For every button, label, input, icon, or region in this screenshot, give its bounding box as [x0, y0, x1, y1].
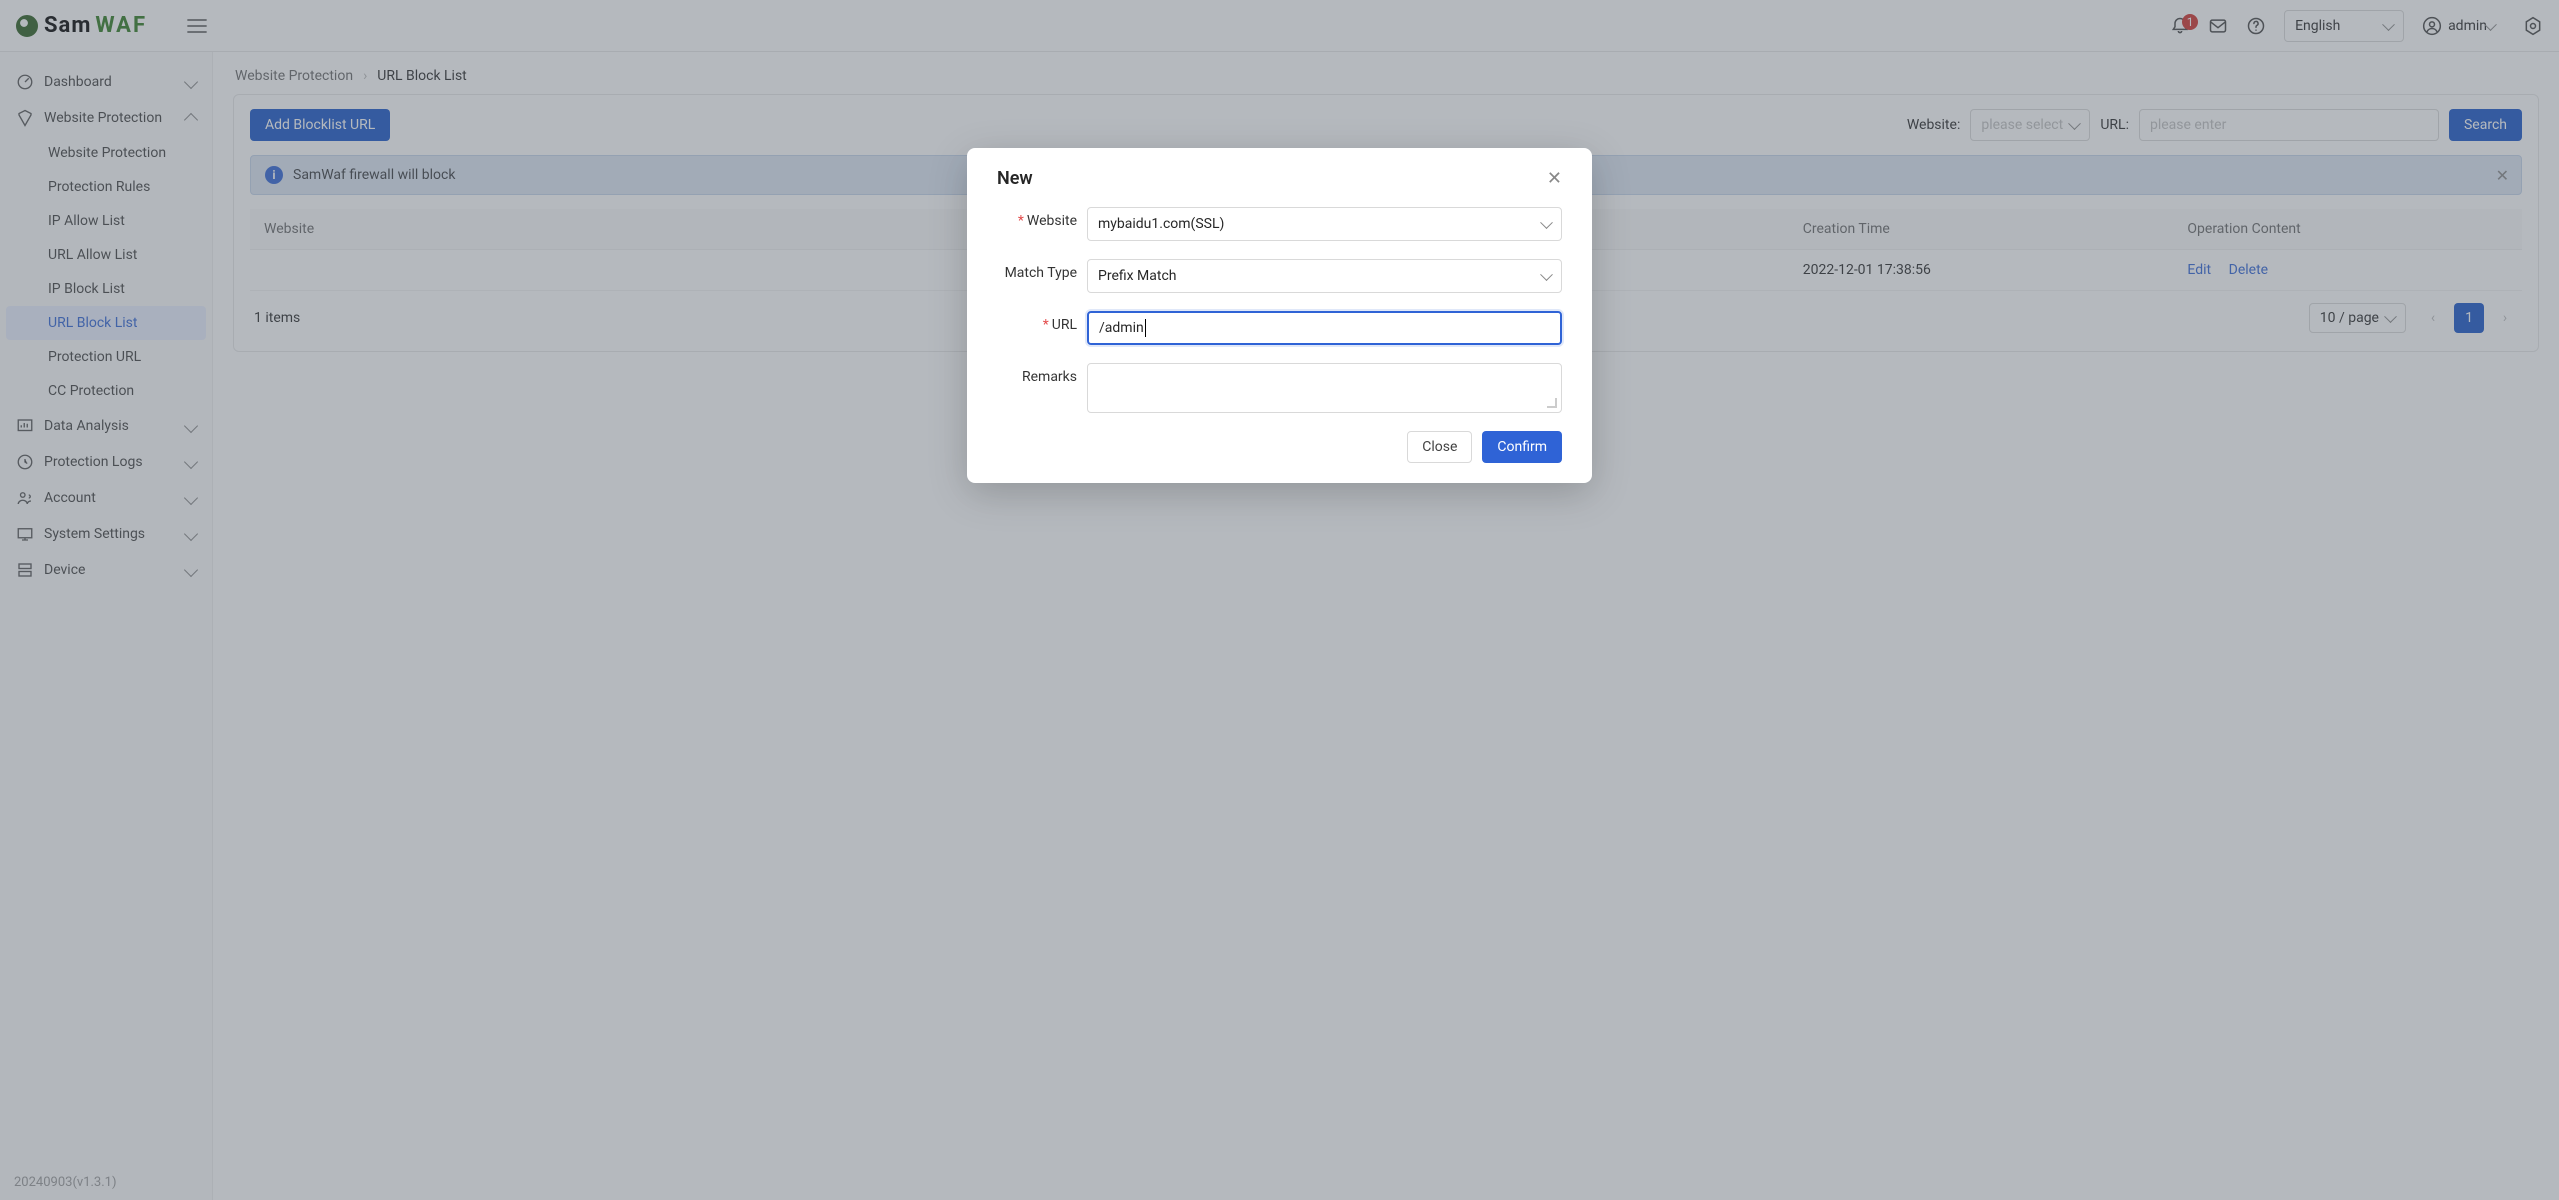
field-label-remarks: Remarks [997, 363, 1087, 385]
modal-url-input[interactable]: /admin [1087, 311, 1562, 345]
field-label-url: *URL [997, 311, 1087, 333]
modal-confirm-button[interactable]: Confirm [1482, 431, 1562, 463]
select-value: Prefix Match [1098, 268, 1177, 284]
input-value: /admin [1099, 320, 1144, 336]
modal-close-action-button[interactable]: Close [1407, 431, 1472, 463]
field-label-website: *Website [997, 207, 1087, 229]
new-blocklist-modal: New ✕ *Website mybaidu1.com(SSL) Match T… [967, 148, 1592, 483]
modal-mask[interactable]: New ✕ *Website mybaidu1.com(SSL) Match T… [0, 0, 2559, 1200]
text-cursor [1145, 319, 1146, 337]
modal-title: New [997, 168, 1033, 189]
select-value: mybaidu1.com(SSL) [1098, 216, 1224, 232]
field-label-match-type: Match Type [997, 259, 1087, 281]
modal-close-button[interactable]: ✕ [1547, 168, 1562, 189]
modal-remarks-textarea[interactable] [1087, 363, 1562, 413]
modal-website-select[interactable]: mybaidu1.com(SSL) [1087, 207, 1562, 241]
modal-match-type-select[interactable]: Prefix Match [1087, 259, 1562, 293]
